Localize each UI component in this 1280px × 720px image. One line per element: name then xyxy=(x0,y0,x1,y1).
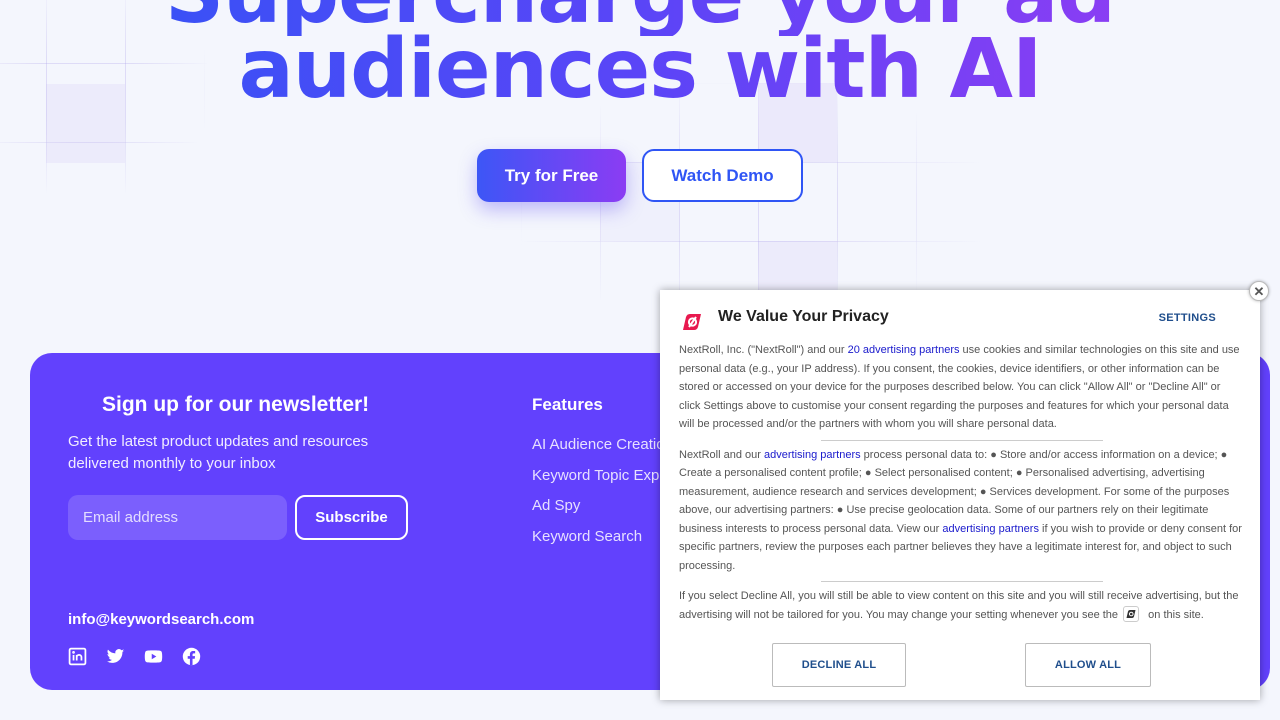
watch-demo-button[interactable]: Watch Demo xyxy=(642,149,803,202)
advertising-partners-link[interactable]: advertising partners xyxy=(942,523,1039,535)
privacy-title: We Value Your Privacy xyxy=(718,308,889,325)
privacy-settings-link[interactable]: SETTINGS xyxy=(1159,312,1216,324)
privacy-text: NextRoll, Inc. ("NextRoll") and our xyxy=(679,344,848,356)
nextroll-small-logo-icon[interactable] xyxy=(1123,605,1140,622)
privacy-consent-dialog: We Value Your Privacy SETTINGS ✕ NextRol… xyxy=(660,281,1269,700)
youtube-icon xyxy=(144,650,163,663)
linkedin-link[interactable] xyxy=(68,647,87,666)
background-grid-right xyxy=(521,83,981,323)
facebook-link[interactable] xyxy=(182,647,201,666)
contact-email-link[interactable]: info@keywordsearch.com xyxy=(68,611,254,628)
privacy-text: NextRoll and our xyxy=(679,448,764,461)
separator xyxy=(820,581,1103,582)
twitter-icon xyxy=(106,649,125,663)
privacy-text: on this site. xyxy=(1145,608,1204,621)
hero-title-line-2: audiences with AI xyxy=(0,29,1280,111)
social-links xyxy=(68,647,201,666)
decline-all-button[interactable]: DECLINE ALL xyxy=(772,643,906,687)
twitter-link[interactable] xyxy=(106,647,125,666)
separator xyxy=(820,439,1103,441)
advertising-partners-link[interactable]: 20 advertising partners xyxy=(848,344,960,356)
facebook-icon xyxy=(182,647,201,666)
try-for-free-button[interactable]: Try for Free xyxy=(477,149,626,202)
privacy-text: use cookies and similar technologies on … xyxy=(679,344,1240,430)
subscribe-button[interactable]: Subscribe xyxy=(295,495,408,540)
features-heading: Features xyxy=(532,395,603,414)
privacy-paragraph-2: NextRoll and our advertising partners pr… xyxy=(679,446,1244,576)
email-input[interactable] xyxy=(68,495,287,540)
advertising-partners-link[interactable]: advertising partners xyxy=(764,449,861,461)
youtube-link[interactable] xyxy=(144,647,163,666)
linkedin-icon xyxy=(68,647,87,666)
nextroll-logo-icon xyxy=(683,314,701,330)
newsletter-title: Sign up for our newsletter! xyxy=(102,393,370,416)
newsletter-description: Get the latest product updates and resou… xyxy=(68,433,369,472)
privacy-paragraph-3: If you select Decline All, you will stil… xyxy=(679,587,1244,624)
allow-all-button[interactable]: ALLOW ALL xyxy=(1025,643,1151,687)
privacy-paragraph-1: NextRoll, Inc. ("NextRoll") and our 20 a… xyxy=(679,341,1244,434)
privacy-body: NextRoll, Inc. ("NextRoll") and our 20 a… xyxy=(679,341,1244,624)
close-button[interactable]: ✕ xyxy=(1249,281,1269,301)
